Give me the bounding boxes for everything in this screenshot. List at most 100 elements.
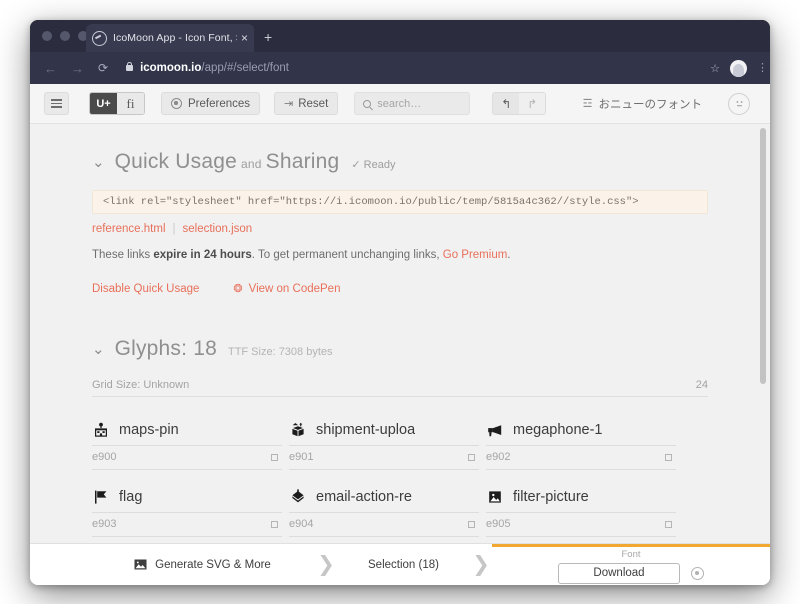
chevron-down-icon[interactable]: ⌄ <box>92 155 105 170</box>
megaphone-icon <box>486 421 503 438</box>
search-icon <box>363 99 372 108</box>
toggle-unicode[interactable]: U+ <box>90 93 117 114</box>
go-premium-link[interactable]: Go Premium <box>443 249 508 261</box>
preferences-button[interactable]: Preferences <box>161 92 261 115</box>
glyph-code: e900 <box>92 451 117 463</box>
hamburger-icon <box>51 97 62 109</box>
redo-icon[interactable]: ↱ <box>519 93 546 114</box>
stylesheet-link-code[interactable]: <link rel="stylesheet" href="https://i.i… <box>92 190 708 214</box>
gear-icon[interactable] <box>690 566 704 580</box>
quick-usage-title: Quick Usage and Sharing <box>114 150 340 173</box>
generate-svg-label: Generate SVG & More <box>155 558 271 571</box>
glyph-cell[interactable]: maps-pin e900 <box>92 421 282 470</box>
selection-label: Selection (18) <box>368 558 439 571</box>
selection-button[interactable]: Selection (18) <box>337 544 470 585</box>
main-menu-button[interactable] <box>44 92 69 115</box>
glyph-top: flag <box>92 488 282 513</box>
url-bar[interactable]: icomoon.io/app/#/select/font <box>126 61 289 74</box>
code-display-toggle[interactable]: U+ fi <box>89 92 145 115</box>
glyph-top: email-action-re <box>289 488 479 513</box>
glyph-select-checkbox[interactable] <box>665 520 672 528</box>
preferences-label: Preferences <box>188 97 251 110</box>
font-actions: Download <box>558 562 704 585</box>
screenshot-root: IcoMoon App - Icon Font, SVG × + ← → ⟳ i… <box>0 0 800 604</box>
glyph-name: shipment-uploa <box>316 421 416 438</box>
reference-html-link[interactable]: reference.html <box>92 223 166 235</box>
reset-label: Reset <box>298 97 329 110</box>
tab-title: IcoMoon App - Icon Font, SVG <box>113 32 237 44</box>
browser-nav-buttons: ← → ⟳ <box>44 62 108 75</box>
close-window-button[interactable] <box>42 31 52 41</box>
search-box[interactable] <box>354 92 471 115</box>
quick-usage-actions: Disable Quick Usage ❂ View on CodePen <box>92 282 708 296</box>
shipment-upload-icon <box>289 421 306 438</box>
selection-json-link[interactable]: selection.json <box>183 223 253 235</box>
scrollbar-thumb[interactable] <box>760 128 766 384</box>
history-buttons: ↰ ↱ <box>492 92 547 115</box>
glyph-cell[interactable]: shipment-uploa e901 <box>289 421 479 470</box>
back-icon[interactable]: ← <box>44 62 57 75</box>
glyph-top: filter-picture <box>486 488 676 513</box>
glyphs-title: Glyphs: 18 <box>114 337 217 360</box>
download-button[interactable]: Download <box>558 562 680 585</box>
search-input[interactable] <box>377 97 462 110</box>
lock-icon <box>126 61 134 71</box>
app-toolbar: U+ fi Preferences ⇥ Reset ↰ ↱ <box>30 84 770 124</box>
account-face-button[interactable] <box>728 92 750 115</box>
forward-icon[interactable]: → <box>71 62 84 75</box>
glyph-cell[interactable]: email-action-re e904 <box>289 488 479 537</box>
glyph-select-checkbox[interactable] <box>665 453 672 461</box>
project-name-label: おニューのフォント <box>598 98 703 111</box>
note-prefix: These links <box>92 249 154 261</box>
glyph-cell[interactable]: flag e903 <box>92 488 282 537</box>
glyph-select-checkbox[interactable] <box>271 453 278 461</box>
glyph-bottom: e905 <box>486 513 676 537</box>
glyph-code: e903 <box>92 518 117 530</box>
reset-icon: ⇥ <box>284 98 293 110</box>
minimize-window-button[interactable] <box>60 31 70 41</box>
note-bold: expire in 24 hours <box>153 249 252 261</box>
glyph-grid: maps-pin e900 shipment-uploa e901 megaph… <box>92 403 708 537</box>
font-label: Font <box>621 548 641 560</box>
font-panel: Font Download <box>492 544 770 585</box>
glyph-select-checkbox[interactable] <box>468 520 475 528</box>
glyph-bottom: e900 <box>92 446 282 470</box>
close-icon[interactable]: × <box>241 32 248 44</box>
reset-button[interactable]: ⇥ Reset <box>274 92 339 115</box>
reload-icon[interactable]: ⟳ <box>98 62 108 74</box>
app-content: ⌄ Quick Usage and Sharing ✓ Ready <link rel… <box>30 124 770 585</box>
url-host: icomoon.io <box>140 62 202 74</box>
gear-icon <box>171 98 182 109</box>
quick-usage-header[interactable]: ⌄ Quick Usage and Sharing ✓ Ready <box>92 124 708 174</box>
toggle-ligature[interactable]: fi <box>117 93 144 114</box>
undo-icon[interactable]: ↰ <box>493 93 520 114</box>
generate-svg-button[interactable]: Generate SVG & More <box>90 544 315 585</box>
content-scrollbar[interactable] <box>759 124 768 585</box>
avatar[interactable] <box>730 59 747 77</box>
expiry-note: These links expire in 24 hours. To get p… <box>92 249 708 261</box>
project-name[interactable]: ☲ おニューのフォント <box>583 96 702 112</box>
ttf-size-label: TTF Size: 7308 bytes <box>227 346 333 358</box>
glyph-bottom: e904 <box>289 513 479 537</box>
disable-quick-usage-button[interactable]: Disable Quick Usage <box>92 283 199 295</box>
grid-size-row: Grid Size: Unknown 24 <box>92 379 708 397</box>
glyph-select-checkbox[interactable] <box>271 520 278 528</box>
glyph-cell[interactable]: megaphone-1 e902 <box>486 421 676 470</box>
address-bar-actions: ☆ ⋮ <box>710 52 768 84</box>
view-on-codepen-button[interactable]: ❂ View on CodePen <box>233 282 341 296</box>
glyph-cell[interactable]: filter-picture e905 <box>486 488 676 537</box>
favicon-icon <box>92 30 107 46</box>
glyph-bottom: e902 <box>486 446 676 470</box>
new-tab-button[interactable]: + <box>264 30 272 44</box>
view-on-codepen-label: View on CodePen <box>248 282 341 295</box>
glyphs-header[interactable]: ⌄ Glyphs: 18 TTF Size: 7308 bytes <box>92 295 708 361</box>
window-traffic-lights[interactable] <box>42 31 88 41</box>
chevron-down-icon[interactable]: ⌄ <box>92 342 105 357</box>
browser-tab[interactable]: IcoMoon App - Icon Font, SVG × <box>86 24 254 52</box>
browser-menu-icon[interactable]: ⋮ <box>757 63 768 74</box>
glyph-select-checkbox[interactable] <box>468 453 475 461</box>
grid-size-label: Grid Size: Unknown <box>92 379 190 391</box>
bookmark-star-icon[interactable]: ☆ <box>710 62 720 75</box>
glyph-name: megaphone-1 <box>513 421 603 438</box>
glyph-code: e902 <box>486 451 511 463</box>
